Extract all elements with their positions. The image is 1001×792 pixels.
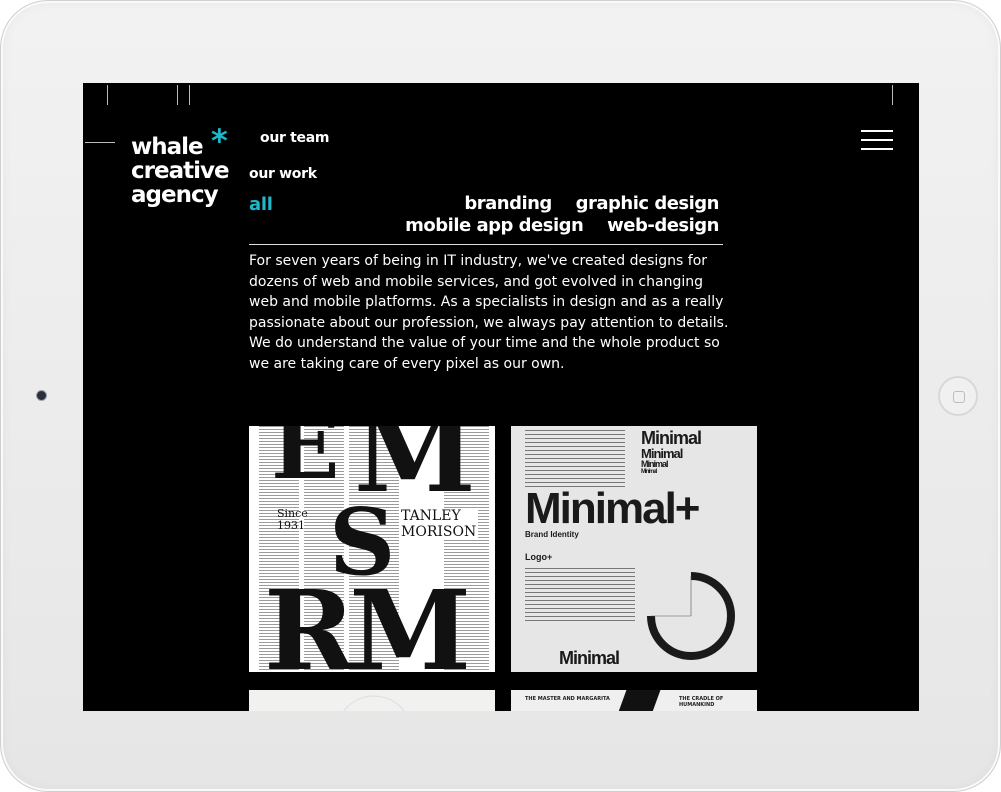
poster-since: Since 1931	[277, 508, 308, 532]
hamburger-line	[861, 130, 893, 132]
filter-graphic-design[interactable]: graphic design	[576, 193, 720, 214]
minimal-specimen: Minimal	[641, 459, 668, 469]
home-button[interactable]	[938, 376, 978, 416]
fine-text-block	[525, 568, 635, 624]
nav-our-work[interactable]: our work	[249, 166, 317, 182]
filter-all[interactable]: all	[249, 194, 273, 215]
asterisk-icon: *	[211, 122, 228, 160]
minimal-headline: Minimal+	[525, 484, 700, 533]
logo-line: creative	[131, 158, 230, 184]
divider	[249, 244, 723, 245]
poster-name-line: TANLEY	[401, 508, 461, 524]
grid-tick	[892, 85, 893, 105]
logo-line: agency	[131, 182, 219, 208]
portfolio-tile-4[interactable]: THE MASTER AND MARGARITA THE CRADLE OF H…	[511, 690, 757, 711]
screen: whale creative agency * our team our wor…	[83, 83, 919, 711]
hamburger-icon[interactable]	[861, 130, 893, 152]
minimal-specimen: Minimal	[641, 469, 657, 475]
circle-diagram	[647, 572, 735, 660]
filter-web-design[interactable]: web-design	[607, 215, 719, 236]
grid-tick	[85, 142, 115, 143]
front-camera	[37, 391, 46, 400]
minimal-footer: Minimal	[559, 648, 620, 668]
book-title-left: THE MASTER AND MARGARITA	[525, 696, 610, 702]
home-icon	[953, 391, 965, 403]
nav-our-team[interactable]: our team	[260, 130, 329, 146]
poster-name-line: MORISON	[401, 524, 477, 540]
filter-mobile-app-design[interactable]: mobile app design	[405, 215, 584, 236]
logo-plus-label: Logo+	[525, 552, 553, 562]
since-year: 1931	[277, 519, 305, 532]
black-shape	[615, 690, 661, 711]
minimal-subtitle: Brand Identity	[525, 530, 579, 539]
portfolio-tile-stanley-morison[interactable]: E M S RM Since 1931 TANLEY MORISON	[249, 426, 495, 672]
hamburger-line	[861, 148, 893, 150]
grid-tick	[189, 85, 190, 105]
intro-text: For seven years of being in IT industry,…	[249, 253, 729, 372]
faint-circle-graphic	[343, 695, 405, 711]
grid-tick	[107, 85, 108, 105]
filter-list: branding graphic design mobile app desig…	[387, 193, 719, 237]
poster-letters-rm: RM	[264, 566, 471, 673]
hamburger-line	[861, 139, 893, 141]
filter-branding[interactable]: branding	[464, 193, 552, 214]
brand-logo[interactable]: whale creative agency *	[131, 125, 230, 208]
fine-text-block	[525, 430, 625, 490]
book-title-right: THE CRADLE OF HUMANKIND	[679, 696, 724, 708]
portfolio-tile-minimal[interactable]: Minimal Minimal Minimal Minimal Minimal+…	[511, 426, 757, 672]
poster-name: TANLEY MORISON	[399, 508, 479, 540]
portfolio-tile-3[interactable]	[249, 690, 495, 711]
poster-letter-e: E	[271, 426, 340, 500]
grid-tick	[177, 85, 178, 105]
